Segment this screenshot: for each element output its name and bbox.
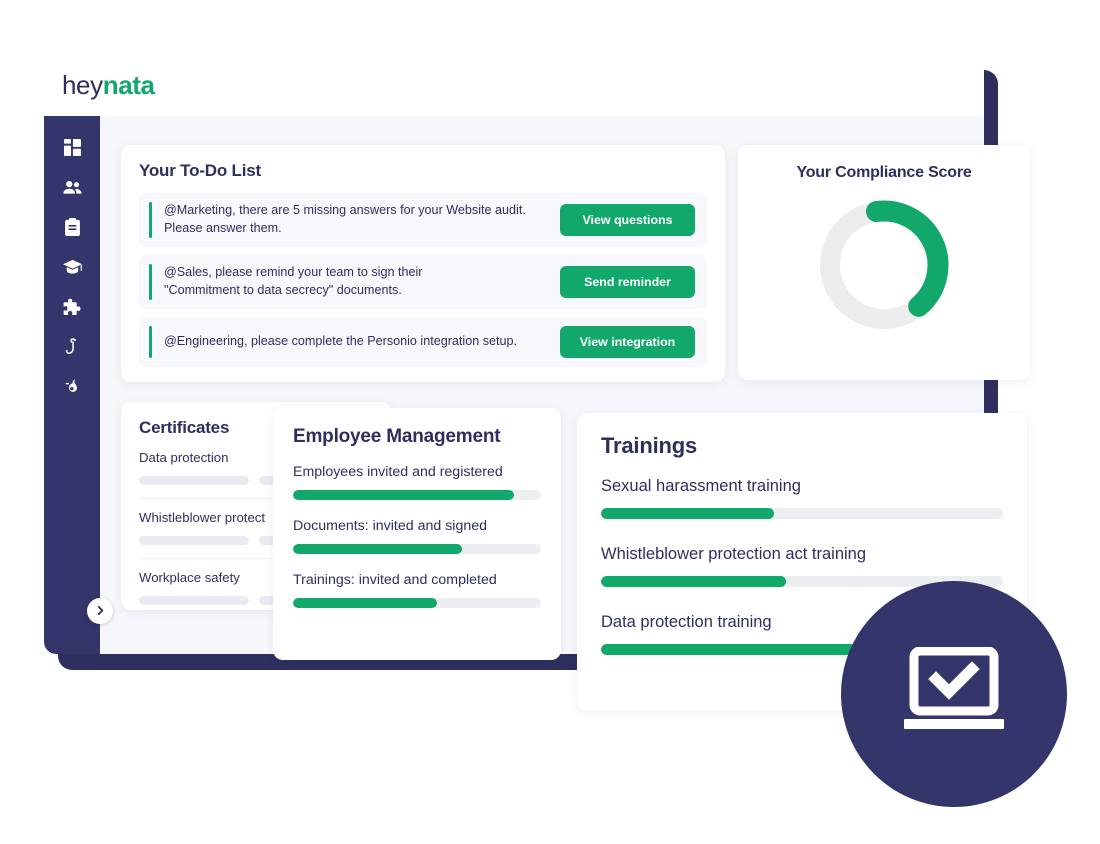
- todo-item-text: @Engineering, please complete the Person…: [164, 333, 518, 348]
- todo-item-text: @Sales, please remind your team to sign …: [164, 264, 423, 297]
- progress-fill: [293, 598, 437, 608]
- trainings-title: Trainings: [601, 433, 697, 458]
- chevron-right-icon: [96, 602, 105, 620]
- sidebar-item-integrations[interactable]: [55, 290, 89, 324]
- sidebar: [44, 116, 100, 654]
- brand-logo-accent: nata: [102, 70, 155, 100]
- view-questions-button[interactable]: View questions: [560, 203, 695, 236]
- laptop-check-badge: [841, 581, 1067, 807]
- sidebar-item-phishing[interactable]: [55, 330, 89, 364]
- progress-label: Trainings: invited and completed: [293, 572, 497, 588]
- puzzle-piece-icon: [63, 298, 81, 316]
- dashboard-grid-icon: [63, 138, 81, 156]
- sidebar-item-employees[interactable]: [55, 170, 89, 204]
- progress-track: [293, 598, 541, 608]
- progress-label: Documents: invited and signed: [293, 518, 488, 534]
- progress-fill: [293, 544, 462, 554]
- todo-accent-bar: [149, 263, 152, 300]
- send-reminder-button[interactable]: Send reminder: [560, 265, 695, 298]
- progress-label: Whistleblower protection act training: [601, 545, 867, 563]
- todo-list-title: Your To-Do List: [139, 161, 261, 180]
- progress-row: Documents: invited and signed: [293, 518, 541, 554]
- sidebar-item-dashboard[interactable]: [55, 130, 89, 164]
- view-integration-button[interactable]: View integration: [560, 325, 695, 358]
- progress-row: Employees invited and registered: [293, 464, 541, 500]
- laptop-check-icon: [902, 646, 1006, 742]
- progress-label: Sexual harassment training: [601, 477, 801, 495]
- employee-management-title: Employee Management: [293, 426, 501, 447]
- progress-fill: [601, 508, 774, 519]
- sidebar-collapse-toggle[interactable]: [87, 598, 113, 624]
- todo-item-text: @Marketing, there are 5 missing answers …: [164, 203, 526, 235]
- sidebar-item-safety[interactable]: [55, 370, 89, 404]
- progress-row: Trainings: invited and completed: [293, 572, 541, 608]
- todo-item: @Sales, please remind your team to sign …: [139, 254, 707, 309]
- app-screenshot: hey nata Your To-Do List @Marketing, the…: [0, 0, 1100, 844]
- sidebar-item-trainings[interactable]: [55, 250, 89, 284]
- progress-row: Sexual harassment training: [601, 477, 1003, 519]
- progress-track: [293, 544, 541, 554]
- progress-fill: [601, 576, 786, 587]
- sidebar-item-audits[interactable]: [55, 210, 89, 244]
- todo-list-card: Your To-Do List @Marketing, there are 5 …: [121, 145, 725, 382]
- progress-track: [293, 490, 541, 500]
- progress-label: Employees invited and registered: [293, 464, 503, 480]
- todo-item: @Engineering, please complete the Person…: [139, 316, 707, 367]
- employee-management-card: Employee Management Employees invited an…: [273, 408, 561, 660]
- brand-logo[interactable]: hey nata: [62, 72, 155, 98]
- brand-logo-primary: hey: [62, 70, 103, 100]
- todo-item: @Marketing, there are 5 missing answers …: [139, 193, 707, 247]
- people-icon: [62, 179, 82, 196]
- todo-accent-bar: [149, 202, 152, 238]
- todo-accent-bar: [149, 325, 152, 358]
- compliance-score-card: Your Compliance Score: [738, 145, 1030, 380]
- fishing-hook-icon: [65, 338, 80, 356]
- fire-extinguisher-icon: [65, 378, 80, 396]
- compliance-score-title: Your Compliance Score: [796, 164, 972, 181]
- compliance-donut-chart: [809, 190, 959, 345]
- clipboard-icon: [64, 218, 80, 236]
- graduation-cap-icon: [62, 259, 82, 275]
- progress-track: [601, 508, 1003, 519]
- app-topbar: hey nata: [44, 54, 984, 116]
- progress-fill: [293, 490, 514, 500]
